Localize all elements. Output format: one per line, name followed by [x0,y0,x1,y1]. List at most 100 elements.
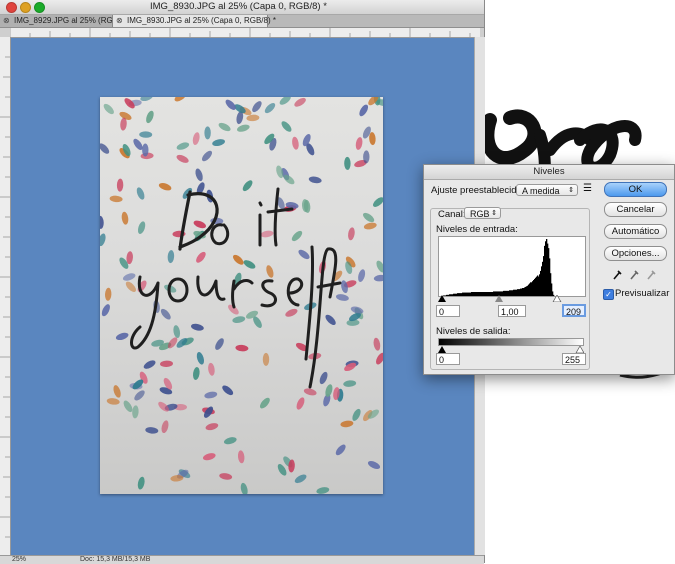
channel-select[interactable]: RGB ⇕ [464,207,501,219]
watercolor-petal [340,420,354,428]
watercolor-artwork [100,97,383,494]
close-tab-icon[interactable]: ⊗ [116,15,123,27]
close-window-button[interactable] [6,2,17,13]
output-levels-label: Niveles de salida: [436,326,511,337]
watercolor-petal [359,104,369,117]
minimize-window-button[interactable] [20,2,31,13]
watercolor-petal [222,385,234,396]
auto-button[interactable]: Automático [604,224,667,239]
output-levels-slider[interactable] [438,346,584,353]
watercolor-petal [316,487,330,494]
output-shadow-field[interactable]: 0 [436,353,460,365]
watercolor-petal [335,444,346,456]
preview-checkbox[interactable]: ✓ [603,289,614,300]
options-button[interactable]: Opciones... [604,246,667,261]
watercolor-petal [115,332,129,341]
input-midtone-handle[interactable] [495,295,503,302]
watercolor-petal [104,287,112,301]
watercolor-petal [363,150,370,164]
histogram [438,236,586,297]
eyedropper-group [613,270,656,280]
input-levels-slider[interactable] [438,295,584,302]
watercolor-petal [215,338,224,350]
channel-value: RGB [470,209,490,219]
watercolor-petal [325,314,336,326]
watercolor-petal [196,251,206,263]
preset-menu-icon[interactable]: ☰ [583,183,592,194]
input-shadow-handle[interactable] [438,295,446,302]
watercolor-petal [343,380,357,387]
watercolor-petal [242,180,253,192]
watercolor-petal [202,453,216,461]
watercolor-petal [252,101,262,113]
watercolor-petal [132,405,139,419]
watercolor-petal [100,143,110,154]
watercolor-petal [285,308,298,317]
watercolor-petal [363,222,377,230]
watercolor-petal [193,367,200,380]
watercolor-petal [367,461,381,469]
watercolor-petal [303,388,317,396]
watercolor-petal [116,178,124,192]
white-eyedropper-icon[interactable] [647,270,656,280]
watercolor-petal [264,103,276,114]
watercolor-petal [158,183,172,191]
vertical-ruler [0,37,11,555]
dialog-title: Niveles [424,165,674,180]
input-shadow-field[interactable]: 0 [436,305,460,317]
watercolor-petal [260,230,274,238]
watercolor-petal [373,337,381,351]
watercolor-petal [232,316,246,323]
preset-label: Ajuste preestablecido: [431,185,525,196]
watercolor-petal [176,142,190,150]
tab-img-8930[interactable]: ⊗ IMG_8930.JPG al 25% (Capa 0, RGB/8) * [112,15,276,27]
document-tab-bar: ⊗ IMG_8929.JPG al 25% (RGB/8) * ⊗ IMG_89… [0,15,484,28]
watercolor-petal [294,474,307,484]
levels-dialog: Niveles Ajuste preestablecido: A medida … [423,164,675,375]
preview-label: Previsualizar [615,288,670,299]
output-highlight-field[interactable]: 255 [562,353,586,365]
watercolor-petal [192,132,200,145]
watercolor-petal [106,398,120,405]
watercolor-petal [140,97,153,102]
tab-img-8929[interactable]: ⊗ IMG_8929.JPG al 25% (RGB/8) * [0,15,133,27]
watercolor-petal [142,143,149,157]
watercolor-petal [233,254,244,265]
output-highlight-handle[interactable] [575,346,584,353]
title-bar: IMG_8930.JPG al 25% (Capa 0, RGB/8) * [0,0,484,15]
input-highlight-field[interactable]: 209 [562,304,586,317]
watercolor-petal [292,136,299,150]
watercolor-petal [191,323,204,331]
watercolor-petal [355,137,363,150]
watercolor-petal [237,450,245,464]
input-levels-label: Niveles de entrada: [436,224,518,235]
watercolor-petal [308,176,322,184]
watercolor-petal [218,122,231,132]
watercolor-petal [196,352,205,365]
output-shadow-handle[interactable] [438,346,446,353]
input-highlight-handle[interactable] [552,295,562,302]
watercolor-petal [109,195,123,203]
watercolor-petal [219,473,233,480]
watercolor-petal [348,227,355,241]
cancel-button[interactable]: Cancelar [604,202,667,217]
chevron-updown-icon: ⇕ [568,187,574,194]
watercolor-petal [204,126,211,140]
gray-eyedropper-icon[interactable] [630,270,639,280]
watercolor-petal [246,114,260,122]
preset-select[interactable]: A medida ⇕ [516,184,578,196]
watercolor-petal [205,423,219,431]
watercolor-petal [358,269,366,282]
close-tab-icon[interactable]: ⊗ [3,15,10,27]
watercolor-petal [139,131,153,138]
ok-button[interactable]: OK [604,182,667,197]
input-midtone-field[interactable]: 1,00 [498,305,526,317]
watercolor-petal [296,397,305,410]
watercolor-petal [193,220,206,229]
watercolor-petal [243,260,256,269]
watercolor-petal [352,408,361,421]
zoom-window-button[interactable] [34,2,45,13]
watercolor-petal [136,187,145,200]
watercolor-petal [161,420,169,434]
black-eyedropper-icon[interactable] [613,270,622,280]
